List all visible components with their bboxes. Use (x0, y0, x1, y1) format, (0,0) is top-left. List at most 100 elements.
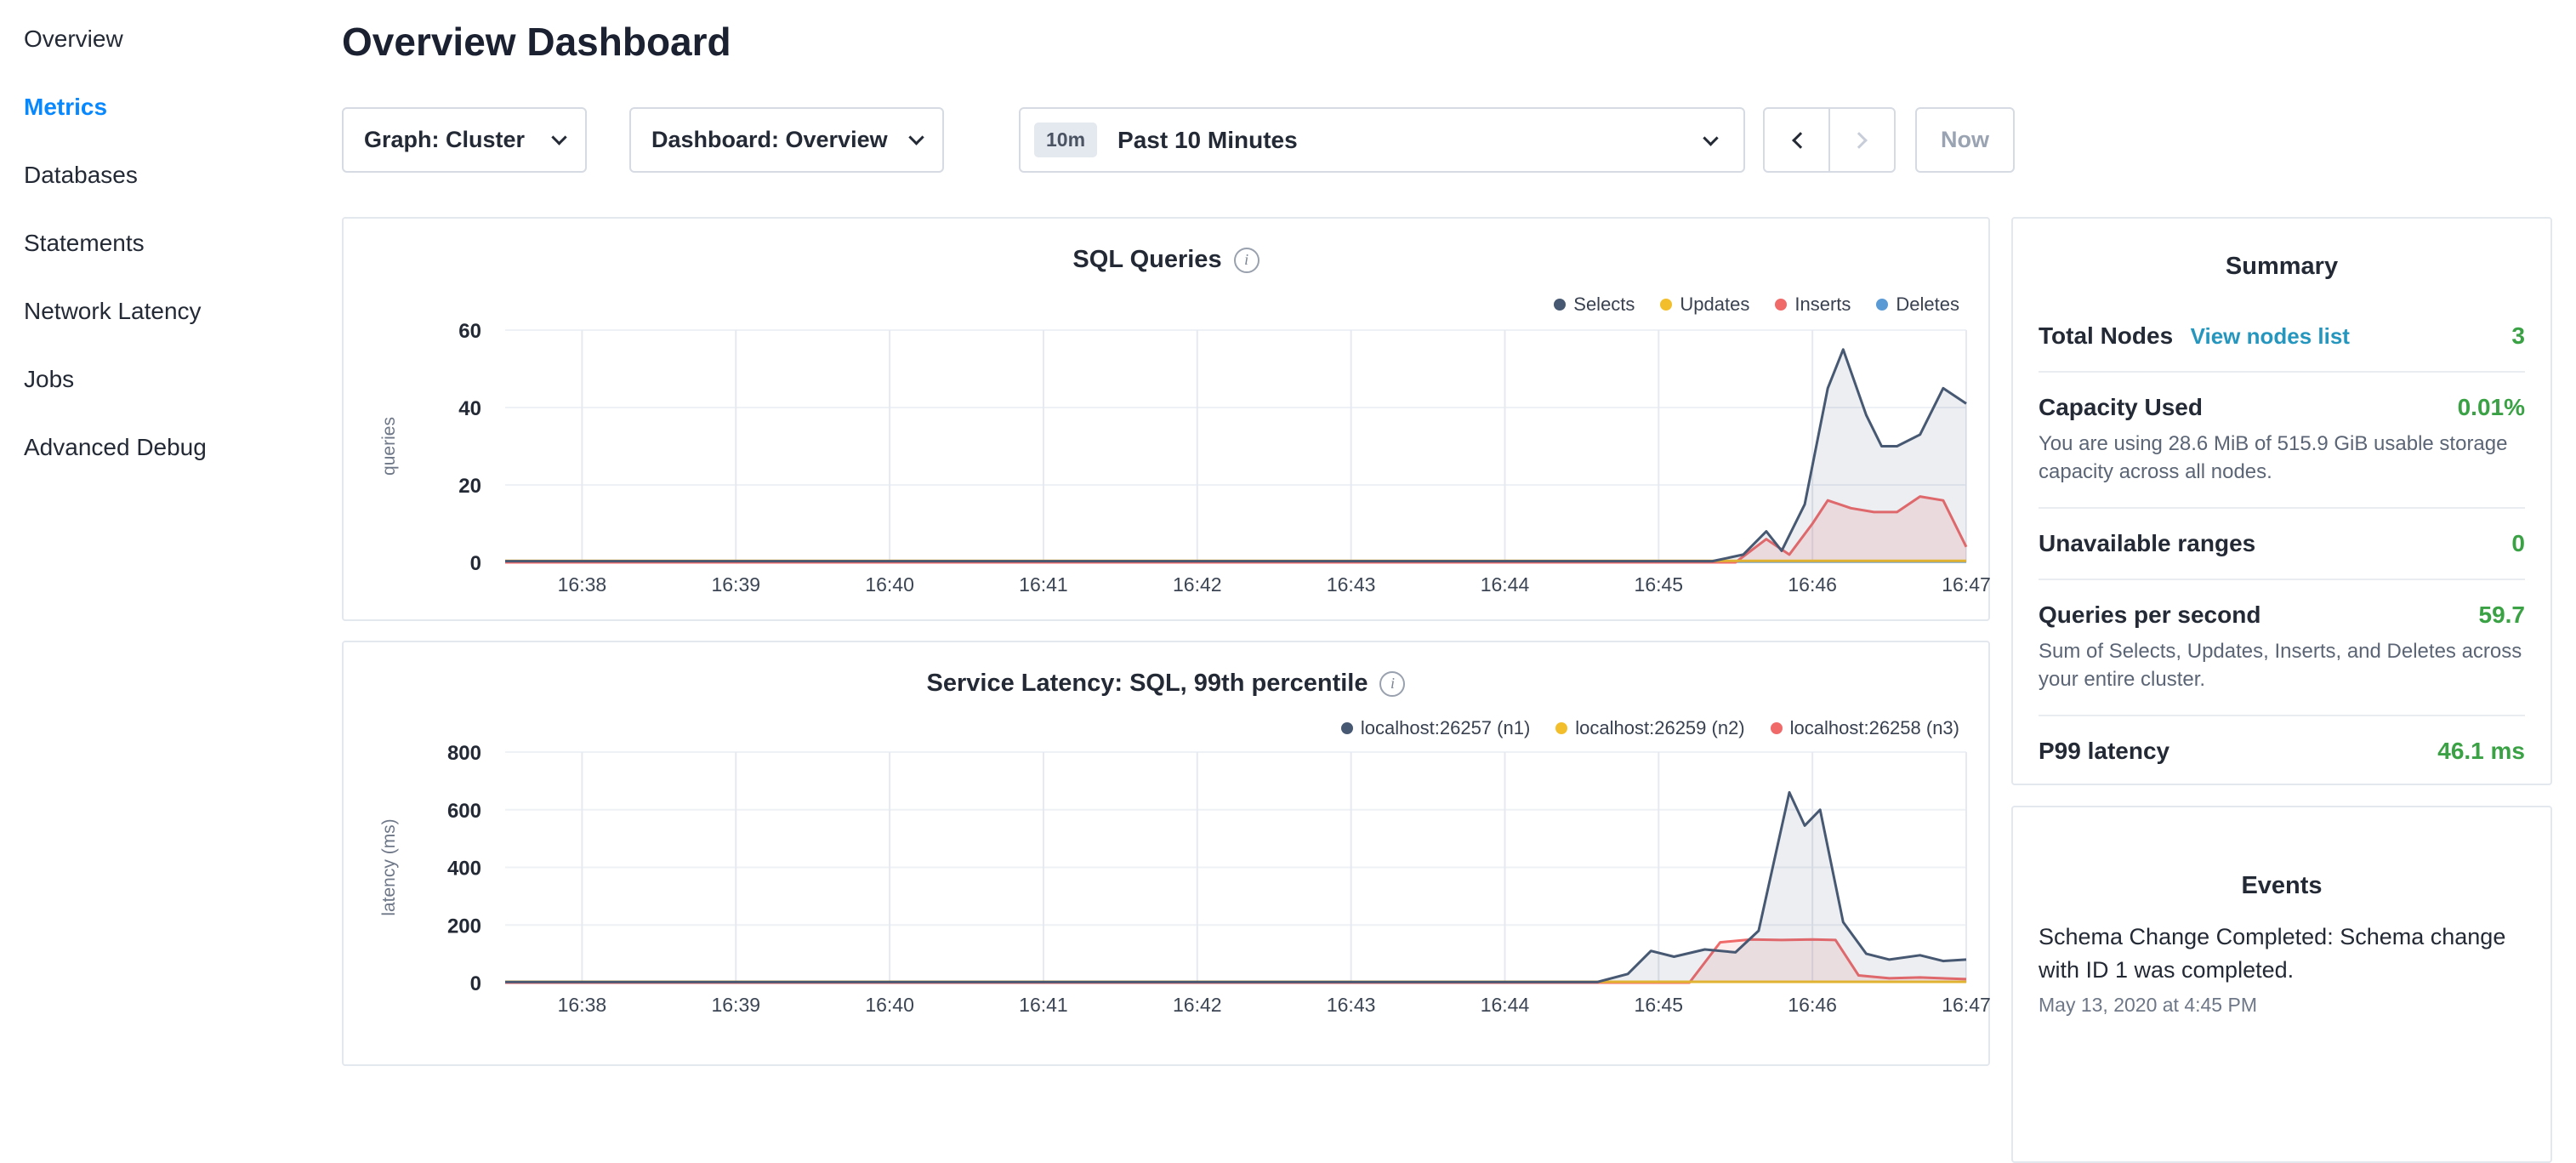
chevron-down-icon (1703, 130, 1718, 145)
dashboard-dropdown[interactable]: Dashboard: Overview (629, 107, 944, 173)
legend-label: Updates (1680, 294, 1749, 316)
sidebar-item-metrics[interactable]: Metrics (0, 73, 342, 141)
sidebar-item-network-latency[interactable]: Network Latency (0, 277, 342, 345)
graph-scope-label: Graph: Cluster (364, 127, 525, 153)
chart-header: SQL Queries (344, 246, 1988, 274)
legend-item[interactable]: Inserts (1775, 294, 1851, 316)
chevron-down-icon (908, 129, 924, 145)
time-step-back-button[interactable] (1763, 107, 1830, 173)
legend-item[interactable]: localhost:26259 (n2) (1555, 717, 1744, 739)
time-range-badge: 10m (1034, 123, 1097, 157)
svg-text:16:41: 16:41 (1019, 573, 1068, 596)
svg-text:16:43: 16:43 (1327, 994, 1376, 1016)
legend-dot-icon (1775, 299, 1787, 311)
svg-text:latency (ms): latency (ms) (379, 818, 399, 915)
svg-text:16:38: 16:38 (558, 994, 607, 1016)
svg-text:0: 0 (470, 552, 481, 575)
events-panel: Events Schema Change Completed: Schema c… (2011, 806, 2552, 1163)
svg-text:queries: queries (379, 417, 399, 476)
legend-item[interactable]: localhost:26257 (n1) (1341, 717, 1530, 739)
legend-dot-icon (1555, 722, 1567, 734)
legend-label: localhost:26259 (n2) (1575, 717, 1744, 739)
sidebar-item-databases[interactable]: Databases (0, 141, 342, 209)
legend-dot-icon (1771, 722, 1783, 734)
sql-queries-chart-card: SQL Queries Selects Updates Inserts Deletes… (342, 217, 1990, 621)
summary-label: Queries per second (2039, 601, 2260, 629)
svg-text:16:44: 16:44 (1481, 573, 1530, 596)
summary-row-unavailable-ranges: Unavailable ranges 0 (2039, 509, 2525, 580)
summary-value: 0 (2511, 530, 2525, 557)
svg-text:16:45: 16:45 (1635, 573, 1684, 596)
view-nodes-list-link[interactable]: View nodes list (2191, 323, 2350, 349)
dashboard-controls: Graph: Cluster Dashboard: Overview 10m P… (342, 107, 2034, 173)
now-button[interactable]: Now (1915, 107, 2015, 173)
svg-text:16:39: 16:39 (711, 994, 760, 1016)
info-icon[interactable] (1379, 671, 1405, 697)
svg-text:16:40: 16:40 (865, 573, 914, 596)
sidebar-item-jobs[interactable]: Jobs (0, 345, 342, 413)
legend-label: Deletes (1896, 294, 1959, 316)
svg-text:16:45: 16:45 (1635, 994, 1684, 1016)
svg-text:600: 600 (447, 800, 481, 823)
svg-text:800: 800 (447, 742, 481, 765)
event-message: Schema Change Completed: Schema change w… (2039, 921, 2525, 987)
chevron-down-icon (551, 129, 566, 145)
legend-item[interactable]: Selects (1554, 294, 1635, 316)
svg-text:16:43: 16:43 (1327, 573, 1376, 596)
svg-text:16:41: 16:41 (1019, 994, 1068, 1016)
sidebar-item-statements[interactable]: Statements (0, 209, 342, 277)
legend-label: localhost:26257 (n1) (1361, 717, 1530, 739)
summary-value: 59.7 (2479, 601, 2526, 629)
chart-title: Service Latency: SQL, 99th percentile (927, 670, 1368, 698)
graph-scope-dropdown[interactable]: Graph: Cluster (342, 107, 587, 173)
svg-text:20: 20 (458, 475, 481, 498)
legend-label: Selects (1573, 294, 1635, 316)
summary-label: Total Nodes (2039, 322, 2173, 349)
legend-label: localhost:26258 (n3) (1790, 717, 1959, 739)
service-latency-chart[interactable]: 020040060080016:3816:3916:4016:4116:4216… (344, 642, 1992, 1068)
sql-queries-chart[interactable]: 020406016:3816:3916:4016:4116:4216:4316:… (344, 219, 1992, 623)
time-range-label: Past 10 Minutes (1117, 127, 1298, 154)
legend-label: Inserts (1794, 294, 1851, 316)
time-step-forward-button[interactable] (1828, 107, 1896, 173)
chart-header: Service Latency: SQL, 99th percentile (344, 670, 1988, 698)
svg-text:16:42: 16:42 (1173, 994, 1222, 1016)
chevron-left-icon (1792, 132, 1809, 149)
summary-value: 0.01% (2458, 394, 2525, 421)
event-item[interactable]: Schema Change Completed: Schema change w… (2039, 921, 2525, 1017)
legend-dot-icon (1876, 299, 1888, 311)
legend-dot-icon (1554, 299, 1566, 311)
chart-legend: localhost:26257 (n1) localhost:26259 (n2)… (1341, 717, 1959, 739)
legend-item[interactable]: Updates (1660, 294, 1749, 316)
svg-text:200: 200 (447, 915, 481, 938)
chart-legend: Selects Updates Inserts Deletes (1554, 294, 1959, 316)
svg-text:16:46: 16:46 (1788, 994, 1837, 1016)
legend-item[interactable]: Deletes (1876, 294, 1959, 316)
summary-value: 46.1 ms (2437, 738, 2525, 765)
info-icon[interactable] (1234, 248, 1260, 273)
legend-item[interactable]: localhost:26258 (n3) (1771, 717, 1959, 739)
sidebar-item-advanced-debug[interactable]: Advanced Debug (0, 413, 342, 482)
summary-row-capacity-used: Capacity Used 0.01% You are using 28.6 M… (2039, 373, 2525, 509)
svg-text:16:47: 16:47 (1942, 994, 1991, 1016)
legend-dot-icon (1341, 722, 1353, 734)
svg-text:16:44: 16:44 (1481, 994, 1530, 1016)
main-content: Overview Dashboard Graph: Cluster Dashbo… (342, 0, 1990, 1052)
time-range-selector[interactable]: 10m Past 10 Minutes (1019, 107, 1745, 173)
page-title: Overview Dashboard (342, 19, 731, 65)
svg-text:40: 40 (458, 397, 481, 420)
svg-text:16:42: 16:42 (1173, 573, 1222, 596)
summary-description: Sum of Selects, Updates, Inserts, and De… (2039, 637, 2525, 693)
svg-text:16:38: 16:38 (558, 573, 607, 596)
event-timestamp: May 13, 2020 at 4:45 PM (2039, 994, 2525, 1017)
dashboard-label: Dashboard: Overview (651, 127, 888, 153)
service-latency-chart-card: Service Latency: SQL, 99th percentile lo… (342, 641, 1990, 1066)
svg-text:16:40: 16:40 (865, 994, 914, 1016)
svg-text:16:46: 16:46 (1788, 573, 1837, 596)
svg-text:16:47: 16:47 (1942, 573, 1991, 596)
events-title: Events (2039, 872, 2525, 900)
sidebar-item-overview[interactable]: Overview (0, 5, 342, 73)
svg-text:60: 60 (458, 320, 481, 343)
summary-value: 3 (2511, 322, 2525, 350)
legend-dot-icon (1660, 299, 1672, 311)
